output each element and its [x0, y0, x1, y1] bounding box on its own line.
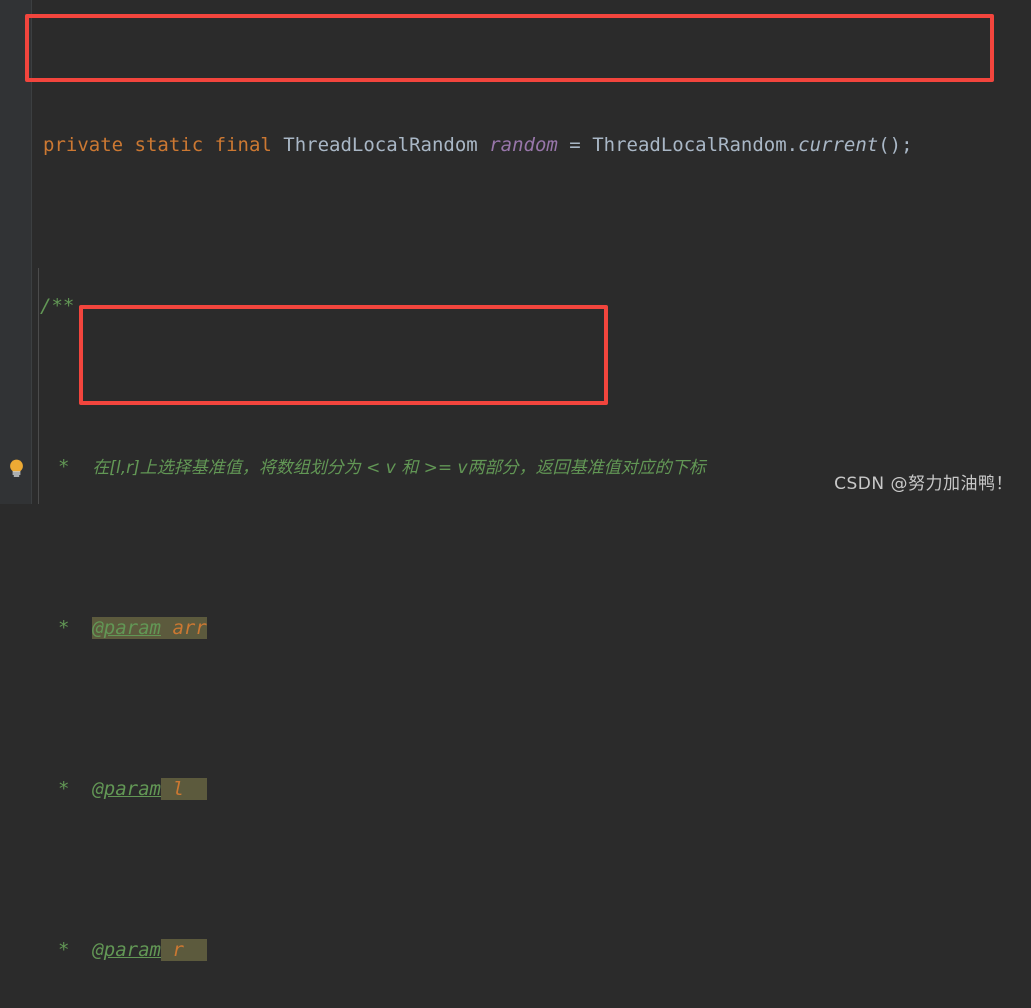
class-threadlocalrandom: ThreadLocalRandom: [592, 133, 787, 156]
javadoc-star: *: [58, 777, 70, 800]
code-line-javadoc-open[interactable]: /**: [0, 290, 1031, 322]
keyword-final: final: [214, 133, 272, 156]
type-threadlocalrandom: ThreadLocalRandom: [283, 133, 478, 156]
keyword-private: private: [43, 133, 124, 156]
javadoc-tag-param: @param: [92, 777, 161, 800]
code-line-param-r[interactable]: * @param r: [0, 934, 1031, 966]
csdn-watermark: CSDN @努力加油鸭！: [834, 474, 1013, 494]
code-editor[interactable]: private static final ThreadLocalRandom r…: [0, 0, 1031, 961]
javadoc-param-name-arr: arr: [160, 616, 207, 639]
javadoc-star: *: [58, 938, 70, 961]
javadoc-star: *: [58, 455, 70, 478]
statement-tail: ();: [878, 133, 913, 156]
javadoc-param-name-r: r: [160, 938, 207, 961]
code-line-param-arr[interactable]: * @param arr: [0, 612, 1031, 644]
dot-operator: .: [786, 133, 799, 156]
code-line-param-l[interactable]: * @param l: [0, 773, 1031, 805]
keyword-static: static: [134, 133, 204, 156]
code-line-declaration[interactable]: private static final ThreadLocalRandom r…: [0, 129, 1031, 161]
method-current: current: [798, 133, 879, 156]
param-value-l: l: [172, 777, 184, 800]
code-content[interactable]: private static final ThreadLocalRandom r…: [0, 0, 1031, 961]
javadoc-tag-param: @param: [92, 938, 161, 961]
param-value-arr: arr: [172, 616, 207, 639]
javadoc-param-name-l: l: [160, 777, 207, 800]
operator-assign: =: [569, 133, 581, 156]
javadoc-description: 在[l,r]上选择基准值，将数组划分为 < v 和 >= v两部分，返回基准值对…: [92, 457, 706, 478]
javadoc-open: /**: [40, 294, 75, 317]
javadoc-star: *: [58, 616, 70, 639]
field-random: random: [489, 133, 558, 156]
javadoc-tag-param: @param: [92, 616, 161, 639]
param-value-r: r: [172, 938, 184, 961]
